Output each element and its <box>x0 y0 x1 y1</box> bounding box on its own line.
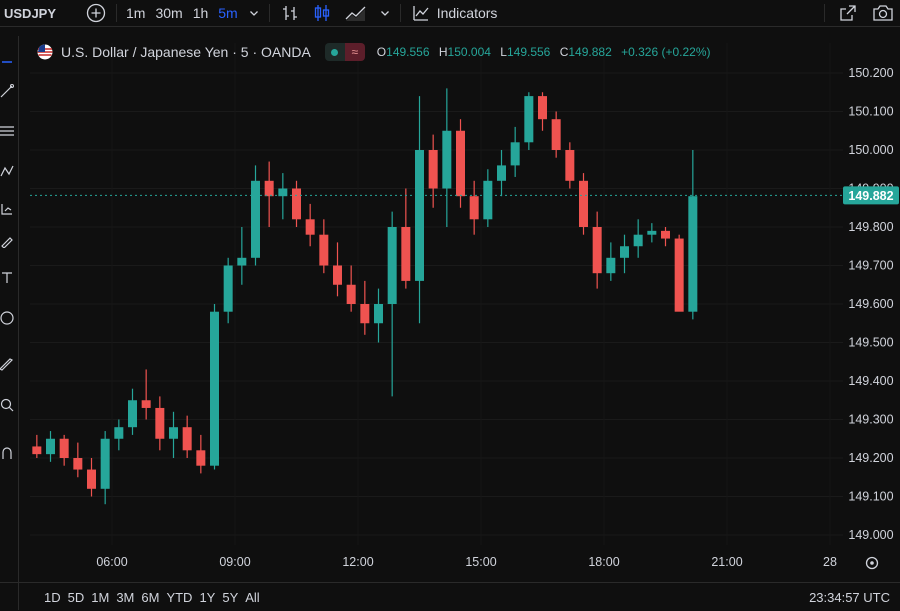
candle-body <box>155 407 165 439</box>
price-tick-label: 149.500 <box>848 336 893 350</box>
candle-body <box>251 180 260 258</box>
candle-body <box>196 450 206 466</box>
price-tick-label: 149.300 <box>848 413 893 427</box>
time-tick-label: 12:00 <box>342 555 373 569</box>
price-tick-label: 149.100 <box>848 490 893 504</box>
price-tick-label: 150.000 <box>848 143 893 157</box>
ohlc-values: O149.556 H150.004 L149.556 C149.882 +0.3… <box>376 45 711 59</box>
candle-body <box>237 257 247 266</box>
candle-body <box>360 304 370 324</box>
price-chart[interactable]: 150.200150.100150.000149.900149.800149.7… <box>0 0 900 582</box>
chart-legend: U.S. Dollar / Japanese Yen · 5 · OANDA ≈… <box>37 43 717 61</box>
candle-body <box>579 180 588 227</box>
price-axis[interactable]: 150.200150.100150.000149.900149.800149.7… <box>848 66 893 542</box>
date-range-buttons: 1D 5D 1M 3M 6M YTD 1Y 5Y All <box>0 590 267 605</box>
change-value: +0.326 (+0.22%) <box>621 45 711 59</box>
chart-grid <box>30 43 843 545</box>
candle-body <box>415 150 424 281</box>
time-tick-label: 21:00 <box>711 555 742 569</box>
candle-body <box>565 150 575 181</box>
candle-body <box>169 427 178 439</box>
candle-body <box>87 469 96 489</box>
candle-body <box>592 227 602 274</box>
candle-body <box>661 230 670 239</box>
time-tick-label: 06:00 <box>96 555 127 569</box>
time-axis[interactable]: 06:00 09:00 12:00 15:00 18:00 21:00 28 <box>96 555 837 569</box>
time-tick-label: 28 <box>823 555 837 569</box>
candle-body <box>551 119 561 150</box>
market-status-pill[interactable]: ≈ <box>324 43 365 61</box>
range-3m[interactable]: 3M <box>116 590 141 605</box>
candle-body <box>606 257 616 274</box>
range-5d[interactable]: 5D <box>68 590 92 605</box>
candle-body <box>333 265 342 285</box>
candle-body <box>141 400 151 408</box>
candles-layer <box>32 88 698 505</box>
last-price-label: 149.882 <box>848 189 893 203</box>
candle-body <box>319 234 329 266</box>
candle-body <box>647 230 657 235</box>
price-tick-label: 150.100 <box>848 105 893 119</box>
utc-clock[interactable]: 23:34:57 UTC <box>809 590 890 605</box>
candle-body <box>46 438 55 455</box>
range-ytd[interactable]: YTD <box>166 590 199 605</box>
approx-icon: ≈ <box>344 43 365 61</box>
candle-body <box>510 142 520 166</box>
candle-body <box>401 227 411 281</box>
price-tick-label: 149.000 <box>848 528 893 542</box>
candle-body <box>497 165 506 181</box>
candle-body <box>469 196 479 220</box>
price-tick-label: 149.700 <box>848 259 893 273</box>
candle-body <box>182 427 192 451</box>
candle-body <box>633 234 643 247</box>
price-tick-label: 150.200 <box>848 66 893 80</box>
time-tick-label: 15:00 <box>465 555 496 569</box>
last-price-tag: 149.882 <box>843 186 899 205</box>
candle-body <box>387 227 397 304</box>
time-tick-label: 18:00 <box>588 555 619 569</box>
candle-body <box>442 130 452 189</box>
time-tick-label: 09:00 <box>219 555 250 569</box>
range-6m[interactable]: 6M <box>141 590 166 605</box>
symbol-title[interactable]: U.S. Dollar / Japanese Yen · 5 · OANDA <box>61 44 311 60</box>
range-all[interactable]: All <box>245 590 266 605</box>
candle-body <box>620 246 629 258</box>
candle-body <box>100 438 110 489</box>
candle-body <box>223 265 233 312</box>
market-open-dot-icon <box>331 48 339 56</box>
settings-gear-button[interactable] <box>865 556 879 570</box>
price-tick-label: 149.200 <box>848 451 893 465</box>
candle-body <box>374 304 383 324</box>
candle-body <box>128 400 137 428</box>
price-tick-label: 149.600 <box>848 297 893 311</box>
candle-body <box>305 219 315 235</box>
usd-flag-icon <box>37 44 53 60</box>
price-tick-label: 149.800 <box>848 220 893 234</box>
candle-body <box>428 150 438 189</box>
candle-body <box>524 96 534 143</box>
candle-body <box>292 188 301 220</box>
candle-body <box>688 196 698 312</box>
bottom-toolbar: 1D 5D 1M 3M 6M YTD 1Y 5Y All 23:34:57 UT… <box>0 582 900 611</box>
candle-body <box>483 180 493 220</box>
candle-body <box>674 238 684 312</box>
candle-body <box>32 446 42 455</box>
candle-body <box>59 438 69 458</box>
candle-body <box>114 427 124 439</box>
candle-body <box>210 311 219 466</box>
candle-body <box>346 284 356 304</box>
price-tick-label: 149.400 <box>848 374 893 388</box>
candle-body <box>456 130 465 197</box>
candle-body <box>73 458 83 470</box>
candle-body <box>264 180 274 197</box>
range-1m[interactable]: 1M <box>91 590 116 605</box>
range-1d[interactable]: 1D <box>44 590 68 605</box>
candle-body <box>538 96 547 120</box>
range-5y[interactable]: 5Y <box>222 590 245 605</box>
range-1y[interactable]: 1Y <box>199 590 222 605</box>
